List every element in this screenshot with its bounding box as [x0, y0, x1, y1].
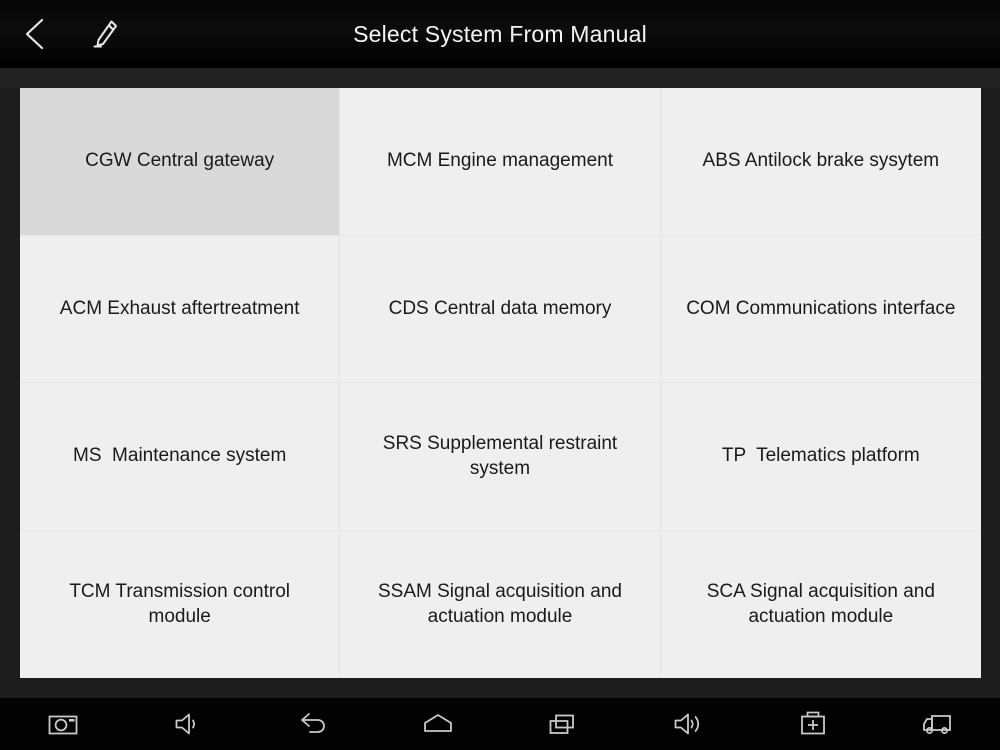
recent-apps-icon	[546, 710, 580, 738]
system-cell-label: SCA Signal acquisition and actuation mod…	[706, 580, 941, 628]
system-grid: CGW Central gateway MCM Engine managemen…	[20, 88, 981, 678]
screenshot-button[interactable]	[8, 698, 118, 750]
header-divider-band	[0, 68, 1000, 88]
system-cell-label: COM Communications interface	[686, 297, 956, 319]
system-cell-com[interactable]: COM Communications interface	[660, 235, 981, 383]
edit-button[interactable]	[70, 0, 140, 68]
system-cell-label: TP Telematics platform	[721, 445, 920, 467]
vehicle-button[interactable]	[883, 698, 993, 750]
home-icon	[420, 710, 456, 738]
system-cell-label: MS Maintenance system	[73, 445, 287, 467]
header-icon-group	[0, 0, 140, 68]
pencil-icon	[90, 17, 120, 51]
volume-up-icon	[671, 710, 705, 738]
system-cell-label: SSAM Signal acquisition and actuation mo…	[378, 580, 628, 628]
system-cell-label: MCM Engine management	[386, 150, 613, 172]
camera-screenshot-icon	[46, 710, 80, 738]
system-cell-label: CDS Central data memory	[388, 297, 612, 319]
screen-root: Select System From Manual CGW Central ga…	[0, 0, 1000, 750]
system-cell-ssam[interactable]: SSAM Signal acquisition and actuation mo…	[340, 530, 661, 678]
system-cell-label: ACM Exhaust aftertreatment	[59, 297, 300, 319]
recent-apps-button[interactable]	[508, 698, 618, 750]
volume-down-icon	[172, 710, 204, 738]
system-cell-cgw[interactable]: CGW Central gateway	[20, 88, 341, 236]
system-cell-label: SRS Supplemental restraint system	[382, 432, 623, 480]
system-cell-tp[interactable]: TP Telematics platform	[660, 383, 981, 531]
back-button[interactable]	[0, 0, 70, 68]
truck-icon	[919, 710, 957, 738]
app-header: Select System From Manual	[0, 0, 1000, 68]
system-cell-mcm[interactable]: MCM Engine management	[340, 88, 661, 236]
home-button[interactable]	[383, 698, 493, 750]
toolbox-button[interactable]	[758, 698, 868, 750]
page-title: Select System From Manual	[353, 20, 647, 47]
system-cell-label: TCM Transmission control module	[69, 580, 296, 628]
system-cell-sca[interactable]: SCA Signal acquisition and actuation mod…	[660, 530, 981, 678]
system-cell-label: CGW Central gateway	[85, 150, 275, 172]
system-cell-acm[interactable]: ACM Exhaust aftertreatment	[20, 235, 341, 383]
system-cell-label: ABS Antilock brake sysytem	[702, 150, 940, 172]
system-cell-srs[interactable]: SRS Supplemental restraint system	[340, 383, 661, 531]
system-cell-cds[interactable]: CDS Central data memory	[340, 235, 661, 383]
back-arrow-icon	[296, 710, 330, 738]
navbar-gap	[0, 678, 1000, 698]
system-cell-ms[interactable]: MS Maintenance system	[20, 383, 341, 531]
volume-down-button[interactable]	[133, 698, 243, 750]
toolbox-icon	[798, 709, 828, 739]
system-cell-tcm[interactable]: TCM Transmission control module	[20, 530, 341, 678]
system-cell-abs[interactable]: ABS Antilock brake sysytem	[660, 88, 981, 236]
back-nav-button[interactable]	[258, 698, 368, 750]
back-chevron-icon	[22, 17, 48, 51]
system-navigation-bar	[0, 698, 1000, 750]
volume-up-button[interactable]	[633, 698, 743, 750]
